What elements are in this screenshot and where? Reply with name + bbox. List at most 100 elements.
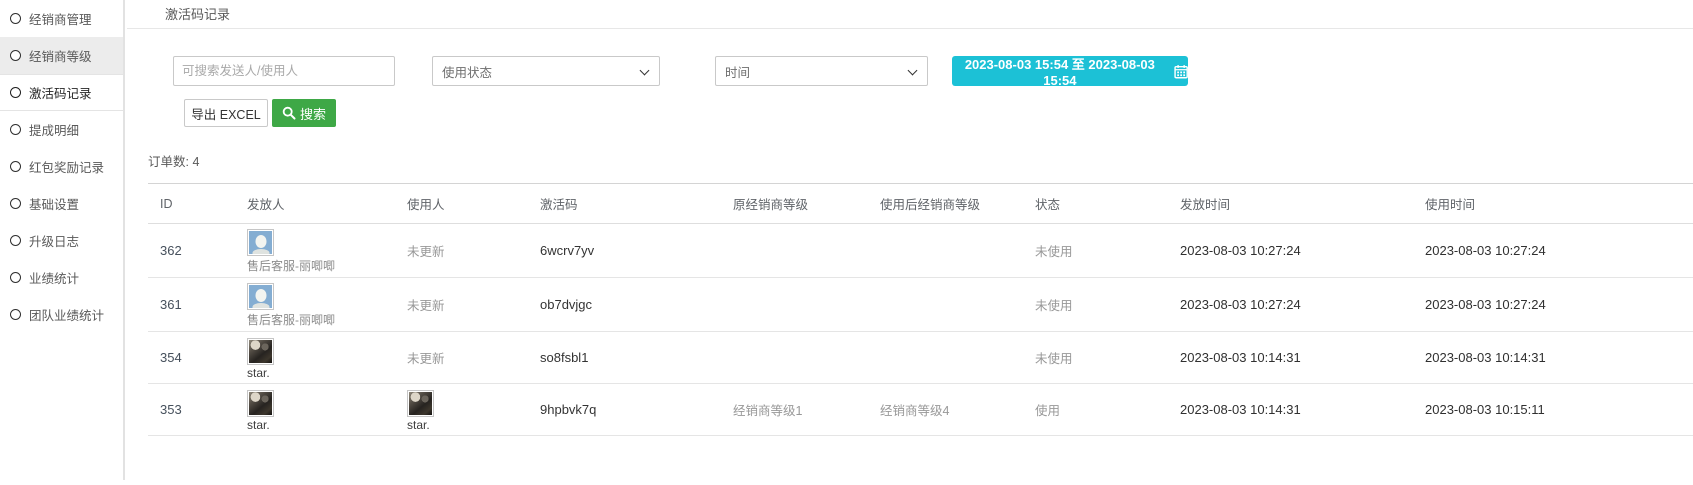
order-count-value: 4 <box>192 155 199 169</box>
cell-user: star. <box>395 384 528 436</box>
sidebar-item-label: 经销商管理 <box>29 9 92 28</box>
photo-avatar[interactable] <box>247 390 274 417</box>
table-row: 361售后客服-丽唧唧未更新ob7dvjgc未使用2023-08-03 10:2… <box>148 278 1693 332</box>
chevron-down-icon <box>908 66 918 76</box>
radio-circle-icon <box>10 309 21 320</box>
sidebar-item-commission-detail[interactable]: 提成明细 <box>0 111 123 148</box>
column-header: 原经销商等级 <box>721 184 868 224</box>
table-header-row: ID发放人使用人激活码原经销商等级使用后经销商等级状态发放时间使用时间 <box>148 184 1693 224</box>
sidebar-item-performance-stats[interactable]: 业绩统计 <box>0 259 123 296</box>
radio-circle-icon <box>10 13 21 24</box>
date-range-button[interactable]: 2023-08-03 15:54 至 2023-08-03 15:54 <box>952 56 1188 86</box>
photo-avatar[interactable] <box>407 390 434 417</box>
column-header: 使用人 <box>395 184 528 224</box>
cell-old-level <box>721 332 868 384</box>
order-count: 订单数: 4 <box>148 151 1693 170</box>
time-select[interactable]: 时间 <box>715 56 928 86</box>
cell-id: 354 <box>148 332 235 384</box>
cell-status: 未使用 <box>1023 224 1168 278</box>
cell-new-level: 经销商等级4 <box>868 384 1023 436</box>
search-button[interactable]: 搜索 <box>272 99 336 127</box>
sidebar-item-label: 团队业绩统计 <box>29 305 104 324</box>
date-range-label: 2023-08-03 15:54 至 2023-08-03 15:54 <box>952 54 1168 88</box>
cell-new-level <box>868 332 1023 384</box>
main-content: 激活码记录 使用状态 时间 2023-08-03 15:54 至 2023-08… <box>127 0 1693 485</box>
sidebar-item-label: 经销商等级 <box>29 46 92 65</box>
table-row: 353star.star.9hpbvk7q经销商等级1经销商等级4使用2023-… <box>148 384 1693 436</box>
radio-circle-icon <box>10 198 21 209</box>
column-header: 状态 <box>1023 184 1168 224</box>
column-header: ID <box>148 184 235 224</box>
cell-sender: star. <box>235 384 395 436</box>
cell-user: 未更新 <box>395 278 528 332</box>
sidebar-item-label: 业绩统计 <box>29 268 79 287</box>
chevron-down-icon <box>640 66 650 76</box>
action-button-row: 导出 EXCEL 搜索 <box>127 99 1693 127</box>
avatar-image <box>249 340 272 363</box>
sidebar-item-upgrade-log[interactable]: 升级日志 <box>0 222 123 259</box>
person-name: star. <box>247 366 274 380</box>
cell-old-level <box>721 278 868 332</box>
cell-id: 362 <box>148 224 235 278</box>
person-cell: star. <box>247 333 274 383</box>
cell-sender: 售后客服-丽唧唧 <box>235 224 395 278</box>
cell-sender: 售后客服-丽唧唧 <box>235 278 395 332</box>
person-name: star. <box>247 418 274 432</box>
time-select-value: 时间 <box>725 62 750 81</box>
person-cell: star. <box>407 385 434 435</box>
table-row: 362售后客服-丽唧唧未更新6wcrv7yv未使用2023-08-03 10:2… <box>148 224 1693 278</box>
cell-issue-time: 2023-08-03 10:27:24 <box>1168 224 1413 278</box>
default-avatar[interactable] <box>247 283 274 310</box>
cell-issue-time: 2023-08-03 10:14:31 <box>1168 384 1413 436</box>
radio-circle-icon <box>10 272 21 283</box>
filter-row: 使用状态 时间 2023-08-03 15:54 至 2023-08-03 15… <box>127 56 1693 86</box>
cell-use-time: 2023-08-03 10:15:11 <box>1413 384 1693 436</box>
cell-old-level: 经销商等级1 <box>721 384 868 436</box>
avatar-image <box>409 392 432 415</box>
search-icon <box>282 106 296 120</box>
sidebar-item-label: 红包奖励记录 <box>29 157 104 176</box>
sidebar-item-dealer-level[interactable]: 经销商等级 <box>0 37 123 74</box>
sidebar-item-label: 基础设置 <box>29 194 79 213</box>
cell-user: 未更新 <box>395 332 528 384</box>
cell-activation-code: so8fsbl1 <box>528 332 721 384</box>
radio-circle-icon <box>10 235 21 246</box>
sidebar-item-basic-settings[interactable]: 基础设置 <box>0 185 123 222</box>
records-table: ID发放人使用人激活码原经销商等级使用后经销商等级状态发放时间使用时间 362售… <box>148 183 1693 436</box>
avatar-image <box>249 285 272 308</box>
cell-activation-code: ob7dvjgc <box>528 278 721 332</box>
cell-status: 使用 <box>1023 384 1168 436</box>
sidebar-item-redpacket-reward-records[interactable]: 红包奖励记录 <box>0 148 123 185</box>
table-row: 354star.未更新so8fsbl1未使用2023-08-03 10:14:3… <box>148 332 1693 384</box>
photo-avatar[interactable] <box>247 338 274 365</box>
order-count-label: 订单数: <box>148 155 189 169</box>
sidebar-item-team-performance-stats[interactable]: 团队业绩统计 <box>0 296 123 333</box>
column-header: 使用时间 <box>1413 184 1693 224</box>
cell-activation-code: 9hpbvk7q <box>528 384 721 436</box>
sidebar-item-label: 激活码记录 <box>29 83 92 102</box>
column-header: 激活码 <box>528 184 721 224</box>
cell-issue-time: 2023-08-03 10:27:24 <box>1168 278 1413 332</box>
person-name: 售后客服-丽唧唧 <box>247 311 335 328</box>
sidebar: 经销商管理 经销商等级 激活码记录 提成明细 红包奖励记录 基础设置 升级日志 … <box>0 0 125 480</box>
cell-use-time: 2023-08-03 10:27:24 <box>1413 278 1693 332</box>
cell-status: 未使用 <box>1023 332 1168 384</box>
search-button-label: 搜索 <box>300 104 326 123</box>
sidebar-item-dealer-management[interactable]: 经销商管理 <box>0 0 123 37</box>
sidebar-item-label: 升级日志 <box>29 231 79 250</box>
radio-circle-icon <box>10 161 21 172</box>
cell-old-level <box>721 224 868 278</box>
cell-use-time: 2023-08-03 10:27:24 <box>1413 224 1693 278</box>
status-select[interactable]: 使用状态 <box>432 56 660 86</box>
export-excel-button[interactable]: 导出 EXCEL <box>184 99 268 127</box>
person-cell: star. <box>247 385 274 435</box>
default-avatar[interactable] <box>247 229 274 256</box>
search-input[interactable] <box>173 56 395 86</box>
cell-id: 353 <box>148 384 235 436</box>
radio-circle-icon <box>10 124 21 135</box>
status-select-value: 使用状态 <box>442 62 492 81</box>
radio-circle-icon <box>10 87 21 98</box>
cell-sender: star. <box>235 332 395 384</box>
sidebar-item-activation-code-records[interactable]: 激活码记录 <box>0 74 123 111</box>
avatar-image <box>249 231 272 254</box>
